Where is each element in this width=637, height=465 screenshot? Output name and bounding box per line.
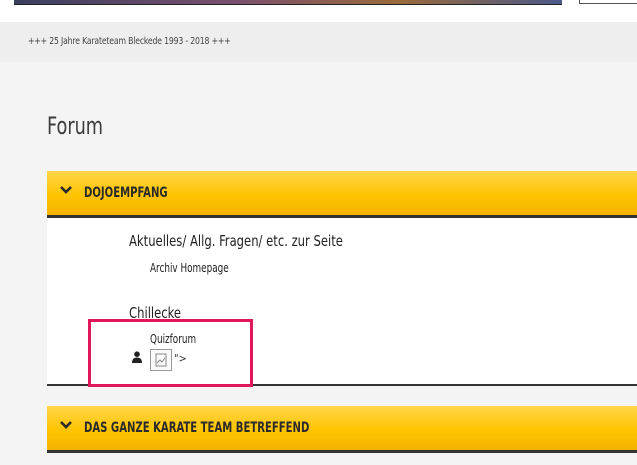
- header-banner-image: [14, 0, 562, 5]
- page-title: Forum: [47, 112, 104, 140]
- chevron-down-icon[interactable]: [59, 418, 73, 432]
- category-title: DOJOEMPFANG: [84, 185, 168, 201]
- category-header-dojoempfang[interactable]: DOJOEMPFANG: [47, 171, 637, 218]
- news-ticker: +++ 25 Jahre Karateteam Bleckede 1993 - …: [0, 22, 637, 62]
- highlight-box: [88, 319, 253, 387]
- category-header-karate-team[interactable]: DAS GANZE KARATE TEAM BETREFFEND: [47, 406, 637, 453]
- header-box: [579, 0, 637, 4]
- top-strip: [0, 0, 637, 22]
- category-title: DAS GANZE KARATE TEAM BETREFFEND: [84, 420, 310, 436]
- chevron-down-icon[interactable]: [59, 183, 73, 197]
- ticker-text: +++ 25 Jahre Karateteam Bleckede 1993 - …: [28, 36, 231, 47]
- subforum-link-archiv-homepage[interactable]: Archiv Homepage: [150, 261, 229, 275]
- forum-link-aktuelles[interactable]: Aktuelles/ Allg. Fragen/ etc. zur Seite: [129, 232, 343, 250]
